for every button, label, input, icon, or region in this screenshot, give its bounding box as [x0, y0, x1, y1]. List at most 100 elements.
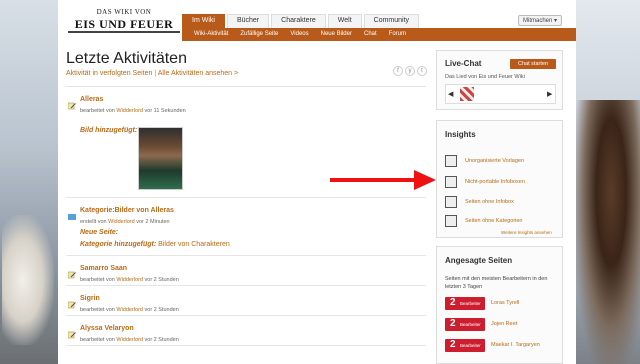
avatar[interactable]: [460, 87, 474, 101]
wiki-page: DAS WIKI VON EIS UND FEUER Im Wiki Büche…: [58, 0, 576, 364]
twitter-icon[interactable]: t: [417, 66, 427, 76]
user-link[interactable]: Widderlord: [116, 307, 143, 313]
category-value-link[interactable]: Bilder von Charakteren: [158, 241, 230, 248]
all-activity-link[interactable]: Alle Aktivitäten ansehen >: [158, 70, 238, 77]
editor-label: Bearbeiter: [460, 343, 481, 348]
contribute-label: Mitmachen: [523, 18, 553, 24]
facebook-icon[interactable]: f: [393, 66, 403, 76]
feed-item-title[interactable]: Kategorie:Bilder von Alleras: [80, 207, 174, 214]
editor-count-badge: 2 Bearbeiter: [445, 339, 485, 352]
main-nav: Im Wiki Bücher Charaktere Welt Community: [182, 14, 421, 28]
template-icon: [445, 155, 457, 167]
arrow-shaft: [330, 178, 416, 182]
main-content: Letzte Aktivitäten Aktivität in verfolgt…: [66, 50, 427, 364]
trending-subtitle: Seiten mit den meisten Bearbeitern in de…: [445, 276, 548, 290]
edit-icon: [67, 97, 76, 110]
trending-pages-module: Angesagte Seiten Seiten mit den meisten …: [436, 246, 563, 364]
more-insights-link[interactable]: Weitere Insights ansehen: [501, 230, 552, 235]
editor-count-badge: 2 Bearbeiter: [445, 318, 485, 331]
subnav-new-images[interactable]: Neue Bilder: [315, 28, 358, 41]
insights-module: Insights Unorganisierte Vorlagen Nicht-p…: [436, 120, 563, 238]
feed-item-meta: erstellt von Widderlord vor 2 Minuten: [80, 219, 170, 225]
new-page-label: Neue Seite:: [80, 229, 119, 236]
list-item: Alyssa Velaryon bearbeitet von Widderlor…: [66, 316, 426, 346]
tab-charaktere[interactable]: Charaktere: [271, 14, 326, 28]
live-chat-title: Live-Chat: [445, 59, 482, 68]
activity-feed: Alleras bearbeitet von Widderlord vor 11…: [66, 86, 426, 346]
user-link[interactable]: Widderlord: [116, 337, 143, 343]
feed-item-title[interactable]: Sigrin: [80, 295, 100, 302]
wiki-header: DAS WIKI VON EIS UND FEUER Im Wiki Büche…: [58, 0, 576, 42]
contribute-button[interactable]: Mitmachen ▾: [518, 15, 563, 26]
user-link[interactable]: Widderlord: [108, 219, 135, 225]
subnav-random-page[interactable]: Zufällige Seite: [234, 28, 284, 41]
trending-page-link[interactable]: Loras Tyrell: [491, 300, 519, 306]
activity-links: Aktivität in verfolgten Seiten | Alle Ak…: [66, 70, 238, 77]
meta-time: vor 2 Stunden: [144, 307, 179, 313]
list-item: Sigrin bearbeitet von Widderlord vor 2 S…: [66, 286, 426, 316]
trending-title: Angesagte Seiten: [445, 256, 513, 265]
insight-label: Seiten ohne Kategorien: [465, 218, 523, 224]
insight-label: Unorganisierte Vorlagen: [465, 158, 525, 164]
list-item: Samarro Saan bearbeitet von Widderlord v…: [66, 256, 426, 286]
meta-time: vor 2 Minuten: [136, 219, 170, 225]
wolf-art: [2, 215, 54, 345]
insight-label: Nicht-portable Infoboxen: [465, 179, 525, 185]
red-arrow-annotation: [330, 170, 440, 190]
tab-community[interactable]: Community: [363, 14, 420, 28]
feed-item-meta: bearbeitet von Widderlord vor 2 Stunden: [80, 277, 179, 283]
category-added: Kategorie hinzugefügt: Bilder von Charak…: [80, 241, 230, 248]
background-right: [576, 0, 640, 364]
trending-page-link[interactable]: Maekar I. Targaryen: [491, 342, 540, 348]
wiki-logo[interactable]: DAS WIKI VON EIS UND FEUER: [68, 8, 180, 36]
meta-time: vor 11 Sekunden: [144, 108, 186, 114]
meta-prefix: bearbeitet von: [80, 108, 115, 114]
edit-icon: [67, 326, 76, 339]
start-chat-button[interactable]: Chat starten: [510, 59, 556, 69]
subnav-wiki-activity[interactable]: Wiki-Aktivität: [188, 28, 234, 41]
social-buttons: f y t: [393, 66, 427, 76]
youtube-icon[interactable]: y: [405, 66, 415, 76]
insights-title: Insights: [445, 130, 476, 139]
insight-label: Seiten ohne Infobox: [465, 199, 514, 205]
tab-welt[interactable]: Welt: [327, 14, 362, 28]
logo-line-2: EIS UND FEUER: [74, 17, 174, 31]
carousel-next-icon[interactable]: ▶: [547, 90, 552, 98]
user-link[interactable]: Widderlord: [116, 108, 143, 114]
feed-item-meta: bearbeitet von Widderlord vor 2 Stunden: [80, 307, 179, 313]
editor-label: Bearbeiter: [460, 322, 481, 327]
editor-count: 2: [450, 339, 456, 350]
tab-buecher[interactable]: Bücher: [226, 14, 270, 28]
sword-icon: [68, 31, 180, 33]
meta-prefix: erstellt von: [80, 219, 107, 225]
feed-item-title[interactable]: Alyssa Velaryon: [80, 325, 134, 332]
edit-icon: [67, 296, 76, 309]
meta-prefix: bearbeitet von: [80, 337, 115, 343]
live-chat-subtitle: Das Lied von Eis und Feuer Wiki: [445, 74, 525, 80]
meta-prefix: bearbeitet von: [80, 277, 115, 283]
page-icon: [445, 196, 457, 208]
tab-im-wiki[interactable]: Im Wiki: [182, 14, 225, 28]
feed-item-title[interactable]: Alleras: [80, 96, 103, 103]
edit-icon: [67, 266, 76, 279]
subnav-forum[interactable]: Forum: [383, 28, 412, 41]
chat-user-carousel: ◀ ▶: [445, 84, 556, 104]
category-icon: [445, 215, 457, 227]
logo-line-1: DAS WIKI VON: [96, 8, 152, 16]
sub-nav: Wiki-Aktivität Zufällige Seite Videos Ne…: [182, 28, 576, 41]
subnav-videos[interactable]: Videos: [284, 28, 314, 41]
live-chat-module: Live-Chat Chat starten Das Lied von Eis …: [436, 50, 563, 110]
feed-item-title[interactable]: Samarro Saan: [80, 265, 127, 272]
list-item: Kategorie:Bilder von Alleras erstellt vo…: [66, 198, 426, 256]
background-left: [0, 0, 58, 364]
trending-page-link[interactable]: Jojen Reet: [491, 321, 517, 327]
followed-activity-link[interactable]: Aktivität in verfolgten Seiten: [66, 70, 152, 77]
feed-item-meta: bearbeitet von Widderlord vor 2 Stunden: [80, 337, 179, 343]
carousel-prev-icon[interactable]: ◀: [448, 90, 453, 98]
subnav-chat[interactable]: Chat: [358, 28, 383, 41]
page-title: Letzte Aktivitäten: [66, 50, 187, 67]
character-thumbnail[interactable]: [138, 127, 183, 190]
editor-count-badge: 2 Bearbeiter: [445, 297, 485, 310]
meta-time: vor 2 Stunden: [144, 277, 179, 283]
user-link[interactable]: Widderlord: [116, 277, 143, 283]
